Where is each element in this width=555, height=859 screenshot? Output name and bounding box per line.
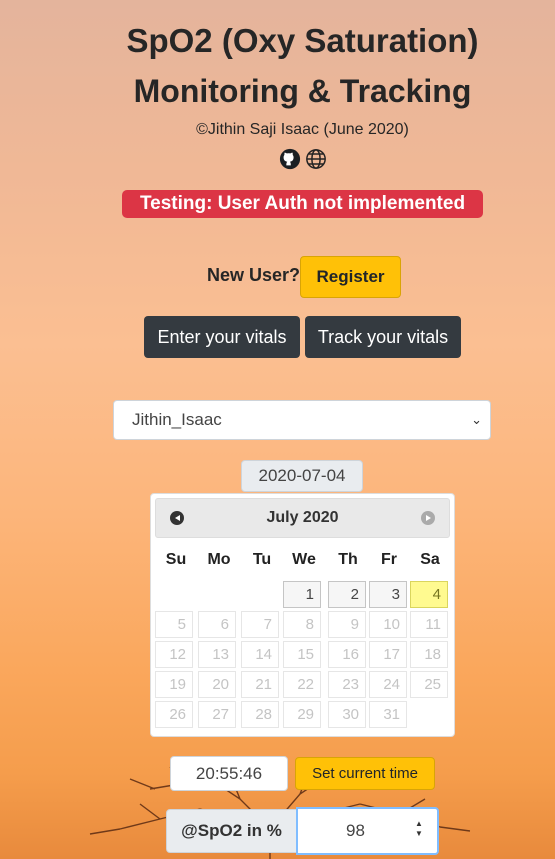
user-select-value: Jithin_Isaac (132, 410, 222, 429)
calendar-day: 6 (198, 611, 236, 638)
app-subtitle: Monitoring & Tracking (133, 73, 472, 109)
next-month-icon[interactable] (421, 511, 435, 525)
calendar-day: 23 (328, 671, 366, 698)
calendar-day: 7 (241, 611, 279, 638)
weekday-header: Fr (381, 551, 397, 568)
calendar-day: 14 (241, 641, 279, 668)
calendar-day: 20 (198, 671, 236, 698)
calendar-day: 16 (328, 641, 366, 668)
calendar-day: 30 (328, 701, 366, 728)
weekday-header: Th (338, 551, 358, 568)
spo2-input[interactable]: 98 ▲ ▼ (296, 807, 439, 855)
calendar-day[interactable]: 2 (328, 581, 366, 608)
weekday-header: Sa (420, 551, 440, 568)
icon-links (25, 148, 555, 170)
spo2-value: 98 (346, 821, 365, 840)
calendar-day: 17 (369, 641, 407, 668)
calendar-day: 22 (283, 671, 321, 698)
datepicker-month: July 2020 (266, 509, 339, 526)
new-user-label: New User? (207, 265, 301, 285)
weekday-header: Tu (252, 551, 272, 568)
set-current-time-button[interactable]: Set current time (295, 757, 435, 790)
enter-vitals-button[interactable]: Enter your vitals (144, 316, 300, 358)
calendar-day: 10 (369, 611, 407, 638)
calendar-day: 5 (155, 611, 193, 638)
weekday-header: Mo (207, 551, 231, 568)
author-credit: ©Jithin Saji Isaac (June 2020) (196, 121, 409, 138)
calendar-day: 28 (241, 701, 279, 728)
chevron-down-icon: ⌄ (471, 412, 482, 427)
weekday-header: Su (165, 551, 187, 568)
spinner-arrows-icon[interactable]: ▲ ▼ (413, 819, 425, 841)
calendar-day: 21 (241, 671, 279, 698)
calendar-day: 19 (155, 671, 193, 698)
date-input[interactable]: 2020-07-04 (241, 460, 363, 492)
calendar-day: 25 (410, 671, 448, 698)
calendar-day: 13 (198, 641, 236, 668)
calendar-day[interactable]: 3 (369, 581, 407, 608)
calendar-day-selected[interactable]: 4 (410, 581, 448, 608)
calendar-day: 27 (198, 701, 236, 728)
calendar-day: 9 (328, 611, 366, 638)
calendar-day: 15 (283, 641, 321, 668)
time-input[interactable]: 20:55:46 (170, 756, 288, 791)
track-vitals-button[interactable]: Track your vitals (305, 316, 461, 358)
calendar-day: 12 (155, 641, 193, 668)
user-select[interactable]: Jithin_Isaac ⌄ (113, 400, 491, 440)
calendar-day: 24 (369, 671, 407, 698)
calendar-day: 26 (155, 701, 193, 728)
calendar-day: 29 (283, 701, 321, 728)
calendar-day: 8 (283, 611, 321, 638)
globe-icon[interactable] (305, 148, 327, 170)
calendar-day: 18 (410, 641, 448, 668)
github-icon[interactable] (279, 148, 301, 170)
spo2-label: @SpO2 in % (166, 809, 297, 853)
calendar-day: 31 (369, 701, 407, 728)
datepicker-header: July 2020 (155, 498, 450, 538)
register-button[interactable]: Register (300, 256, 401, 298)
calendar-day: 11 (410, 611, 448, 638)
weekday-header: We (292, 551, 316, 568)
app-title: SpO2 (Oxy Saturation) (126, 22, 479, 59)
calendar-day[interactable]: 1 (283, 581, 321, 608)
auth-warning-badge: Testing: User Auth not implemented (122, 190, 483, 218)
